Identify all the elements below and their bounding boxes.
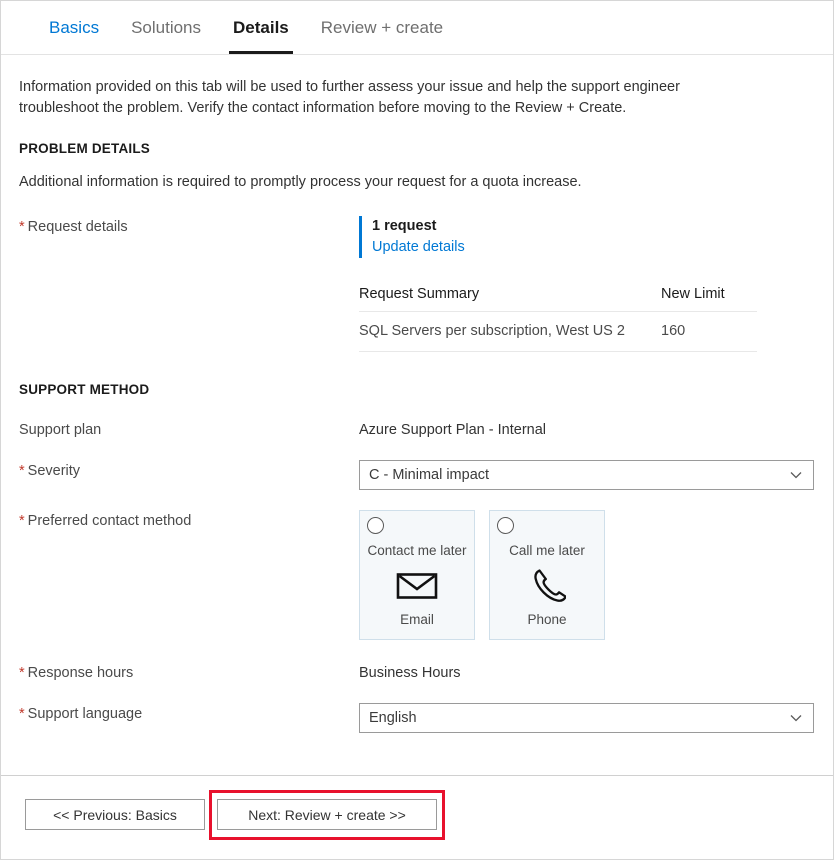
next-review-create-button[interactable]: Next: Review + create >> xyxy=(217,799,437,830)
support-language-label: *Support language xyxy=(19,703,359,722)
contact-card-email-title: Contact me later xyxy=(360,543,474,559)
phone-icon xyxy=(490,559,604,612)
previous-button[interactable]: << Previous: Basics xyxy=(25,799,205,830)
envelope-icon xyxy=(360,559,474,612)
request-details-label-text: Request details xyxy=(28,219,128,235)
table-header-row: Request Summary New Limit xyxy=(359,286,757,312)
required-asterisk: * xyxy=(19,665,25,681)
severity-row: *Severity C - Minimal impact xyxy=(19,460,815,490)
request-summary-block: 1 request Update details xyxy=(359,216,815,258)
problem-details-heading: PROBLEM DETAILS xyxy=(19,141,815,156)
required-asterisk: * xyxy=(19,219,25,235)
update-details-link[interactable]: Update details xyxy=(372,236,465,258)
contact-card-phone-label: Phone xyxy=(527,612,566,627)
request-details-row: *Request details 1 request Update detail… xyxy=(19,216,815,352)
request-count: 1 request xyxy=(372,216,815,236)
preferred-contact-method-label-text: Preferred contact method xyxy=(28,513,192,529)
request-summary-table: Request Summary New Limit SQL Servers pe… xyxy=(359,286,757,352)
support-language-select[interactable]: English xyxy=(359,703,814,733)
wizard-footer: << Previous: Basics Next: Review + creat… xyxy=(1,775,834,860)
response-hours-label-text: Response hours xyxy=(28,665,134,681)
support-language-label-text: Support language xyxy=(28,706,143,722)
support-request-details-page: Basics Solutions Details Review + create… xyxy=(0,0,834,860)
request-details-label: *Request details xyxy=(19,216,359,235)
preferred-contact-method-row: *Preferred contact method Contact me lat… xyxy=(19,510,815,640)
quota-note: Additional information is required to pr… xyxy=(19,174,815,190)
support-plan-value: Azure Support Plan - Internal xyxy=(359,419,815,438)
chevron-down-icon xyxy=(789,468,803,482)
cell-new-limit: 160 xyxy=(653,312,757,352)
contact-card-phone[interactable]: Call me later Phone xyxy=(489,510,605,640)
chevron-down-icon xyxy=(789,711,803,725)
intro-text: Information provided on this tab will be… xyxy=(19,77,719,119)
tab-basics[interactable]: Basics xyxy=(33,1,115,54)
contact-card-email[interactable]: Contact me later Email xyxy=(359,510,475,640)
contact-card-email-label: Email xyxy=(400,612,434,627)
radio-button-phone[interactable] xyxy=(497,517,514,534)
contact-method-cards: Contact me later Email Call me later xyxy=(359,510,815,640)
support-language-selected-value: English xyxy=(369,710,417,726)
tab-solutions[interactable]: Solutions xyxy=(115,1,217,54)
table-row: SQL Servers per subscription, West US 2 … xyxy=(359,312,757,352)
wizard-tabs: Basics Solutions Details Review + create xyxy=(1,1,834,55)
request-details-field: 1 request Update details Request Summary… xyxy=(359,216,815,352)
support-plan-row: Support plan Azure Support Plan - Intern… xyxy=(19,419,815,438)
preferred-contact-method-label: *Preferred contact method xyxy=(19,510,359,529)
severity-select[interactable]: C - Minimal impact xyxy=(359,460,814,490)
details-form: Information provided on this tab will be… xyxy=(1,55,834,775)
response-hours-value: Business Hours xyxy=(359,662,815,681)
column-header-request-summary: Request Summary xyxy=(359,286,653,312)
response-hours-label: *Response hours xyxy=(19,662,359,681)
severity-label-text: Severity xyxy=(28,463,80,479)
tab-review-create[interactable]: Review + create xyxy=(305,1,459,54)
required-asterisk: * xyxy=(19,706,25,722)
severity-label: *Severity xyxy=(19,460,359,479)
response-hours-row: *Response hours Business Hours xyxy=(19,662,815,681)
severity-selected-value: C - Minimal impact xyxy=(369,467,489,483)
required-asterisk: * xyxy=(19,463,25,479)
radio-button-email[interactable] xyxy=(367,517,384,534)
required-asterisk: * xyxy=(19,513,25,529)
column-header-new-limit: New Limit xyxy=(653,286,757,312)
contact-card-phone-title: Call me later xyxy=(490,543,604,559)
support-plan-label: Support plan xyxy=(19,419,359,438)
tab-details[interactable]: Details xyxy=(217,1,305,54)
support-method-heading: SUPPORT METHOD xyxy=(19,382,815,397)
support-language-row: *Support language English xyxy=(19,703,815,733)
cell-request-summary: SQL Servers per subscription, West US 2 xyxy=(359,312,653,352)
